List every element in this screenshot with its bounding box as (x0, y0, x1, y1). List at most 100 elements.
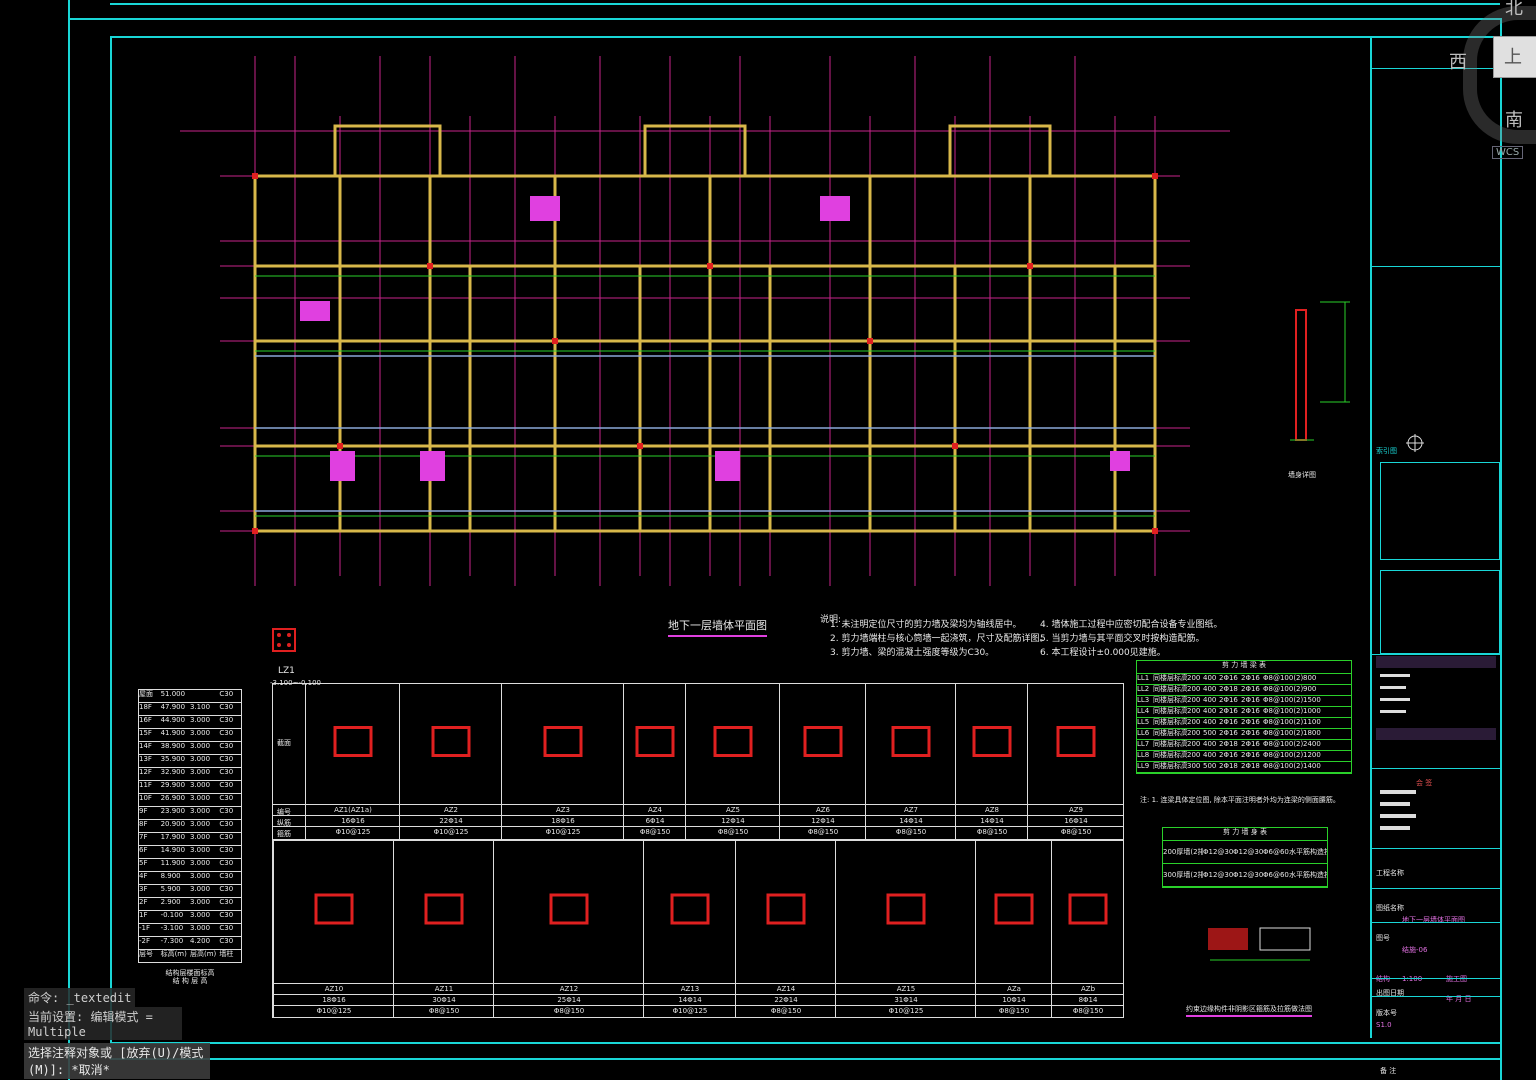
beam-cell: 2Φ16 (1241, 740, 1260, 748)
column-section-icon (713, 726, 753, 757)
beam-cell: 2Φ16 (1219, 696, 1238, 704)
beam-cell: LL7 (1137, 740, 1150, 748)
column-bars: 14Φ14 (678, 996, 702, 1004)
beam-cell: 1400 (1303, 762, 1321, 770)
detail-caption: 约束边缘构件非阴影区箍筋及拉筋做法图 (1186, 996, 1312, 1017)
story-cell: C30 (219, 781, 234, 789)
beam-cell: 400 (1203, 740, 1217, 748)
beam-cell: 500 (1203, 729, 1217, 737)
floor-plan[interactable] (180, 56, 1230, 586)
column-cell: AZb 8Φ14 Φ8@150 (1051, 841, 1124, 1017)
command-prompt[interactable]: 选择注释对象或 [放弃(U)/模式(M)]: *取消* (24, 1043, 210, 1079)
beam-cell: 2Φ18 (1219, 762, 1238, 770)
column-stirrups: Φ8@150 (639, 828, 671, 836)
story-cell: 15F (139, 729, 152, 737)
beam-cell: 1500 (1303, 696, 1321, 704)
beam-cell: Φ8@100(2) (1263, 696, 1303, 704)
story-cell: 3.000 (190, 820, 211, 828)
beam-cell: LL4 (1137, 707, 1150, 715)
story-row: 10F 26.900 3.000 C30 (138, 793, 242, 806)
viewcube-top-face[interactable]: 上 (1493, 36, 1536, 78)
story-row: 2F 2.900 3.000 C30 (138, 897, 242, 910)
beam-cell: 2Φ16 (1241, 674, 1260, 682)
story-cell: 47.900 (160, 703, 186, 711)
wall-cell: 200厚墙(2排) (1163, 848, 1203, 856)
beam-cell: 2Φ16 (1241, 696, 1260, 704)
column-bars: 12Φ14 (811, 817, 835, 825)
story-cell: 6F (139, 846, 148, 854)
column-stirrups: Φ8@150 (976, 828, 1008, 836)
beam-cell: Φ8@100(2) (1263, 685, 1303, 693)
column-bars: 18Φ16 (551, 817, 575, 825)
beam-row: LL2 同楼层标高 200 400 2Φ18 2Φ16 Φ8@100(2) 900 (1137, 685, 1351, 696)
beam-cell: LL6 (1137, 729, 1150, 737)
column-bars: 10Φ14 (1002, 996, 1026, 1004)
beam-cell: Φ8@100(2) (1263, 729, 1303, 737)
story-cell: 10F (139, 794, 152, 802)
beam-cell: 300 (1187, 762, 1201, 770)
beam-cell: 200 (1187, 718, 1201, 726)
wall-cell: 300厚墙(2排) (1163, 871, 1203, 879)
column-stirrups: Φ10@125 (545, 828, 581, 836)
viewcube-north[interactable]: 北 (1505, 0, 1523, 20)
story-cell: 1F (139, 911, 148, 919)
column-cell: AZa 10Φ14 Φ8@150 (975, 841, 1052, 1017)
wall-section-label: 墙身详图 (1288, 471, 1316, 479)
story-cell (190, 690, 219, 702)
beam-cell: Φ8@100(2) (1263, 751, 1303, 759)
beam-cell: 2Φ16 (1241, 707, 1260, 715)
beam-cell: LL5 (1137, 718, 1150, 726)
story-cell: 41.900 (160, 729, 186, 737)
story-cell: 3.000 (190, 755, 211, 763)
column-bars: 22Φ14 (774, 996, 798, 1004)
column-cell: AZ2 22Φ14 Φ10@125 (399, 684, 502, 839)
column-stirrups: Φ8@150 (807, 828, 839, 836)
story-cell: 12F (139, 768, 152, 776)
beam-cell: 同楼层标高 (1153, 740, 1187, 748)
column-bars: 8Φ14 (1078, 996, 1098, 1004)
viewcube-south[interactable]: 南 (1505, 106, 1523, 132)
beam-cell: 同楼层标高 (1153, 729, 1187, 737)
story-cell: 3.000 (190, 716, 211, 724)
column-stirrups: Φ8@150 (1072, 1007, 1104, 1015)
drawing-no-label: 图号 (1376, 934, 1390, 942)
story-cell: C30 (219, 924, 234, 932)
story-cell: 2.900 (160, 898, 181, 906)
version: S1.0 (1376, 1021, 1392, 1029)
story-cell: 5.900 (160, 885, 181, 893)
story-cell: C30 (219, 846, 234, 854)
column-cell: AZ6 12Φ14 Φ8@150 (779, 684, 866, 839)
column-names: AZ3 (555, 806, 571, 814)
column-bars: 25Φ14 (557, 996, 581, 1004)
column-stirrups: Φ8@150 (1060, 828, 1092, 836)
story-row: 屋面 51.000 C30 (138, 689, 242, 702)
story-cell: C30 (219, 859, 234, 867)
viewcube[interactable]: 北 西 上 南 (1449, 0, 1536, 160)
story-cell: 3.000 (190, 781, 211, 789)
beam-cell: 同楼层标高 (1153, 718, 1187, 726)
column-section-icon (670, 893, 710, 925)
wall-cell: 水平筋构造按规范 (1289, 848, 1327, 856)
story-cell: 11F (139, 781, 152, 789)
viewcube-west[interactable]: 西 (1449, 48, 1467, 74)
column-cell: AZ5 12Φ14 Φ8@150 (685, 684, 780, 839)
beam-cell: Φ8@100(2) (1263, 674, 1303, 682)
column-names: AZ8 (984, 806, 1000, 814)
bottom-frame-line (110, 1058, 1500, 1060)
magenta-annotations (300, 196, 1130, 481)
column-names: AZ1(AZ1a) (334, 806, 372, 814)
column-section-icon (803, 726, 843, 757)
beam-cell: 400 (1203, 674, 1217, 682)
column-stirrups: Φ8@150 (428, 1007, 460, 1015)
story-row: 7F 17.900 3.000 C30 (138, 832, 242, 845)
story-cell: 51.000 (160, 690, 186, 698)
column-stirrups: Φ10@125 (672, 1007, 708, 1015)
beam-cell: 2Φ16 (1219, 707, 1238, 715)
wcs-menu[interactable]: WCS (1492, 146, 1524, 159)
column-bars: 14Φ14 (980, 817, 1004, 825)
story-cell: 20.900 (160, 820, 186, 828)
column-bars: 14Φ14 (899, 817, 923, 825)
beam-note: 注: 1. 连梁具体定位图, 除本平面注明者外均为连梁的侧面腰筋。 (1140, 796, 1340, 804)
story-row: 14F 38.900 3.000 C30 (138, 741, 242, 754)
beam-cell: 2Φ16 (1219, 751, 1238, 759)
